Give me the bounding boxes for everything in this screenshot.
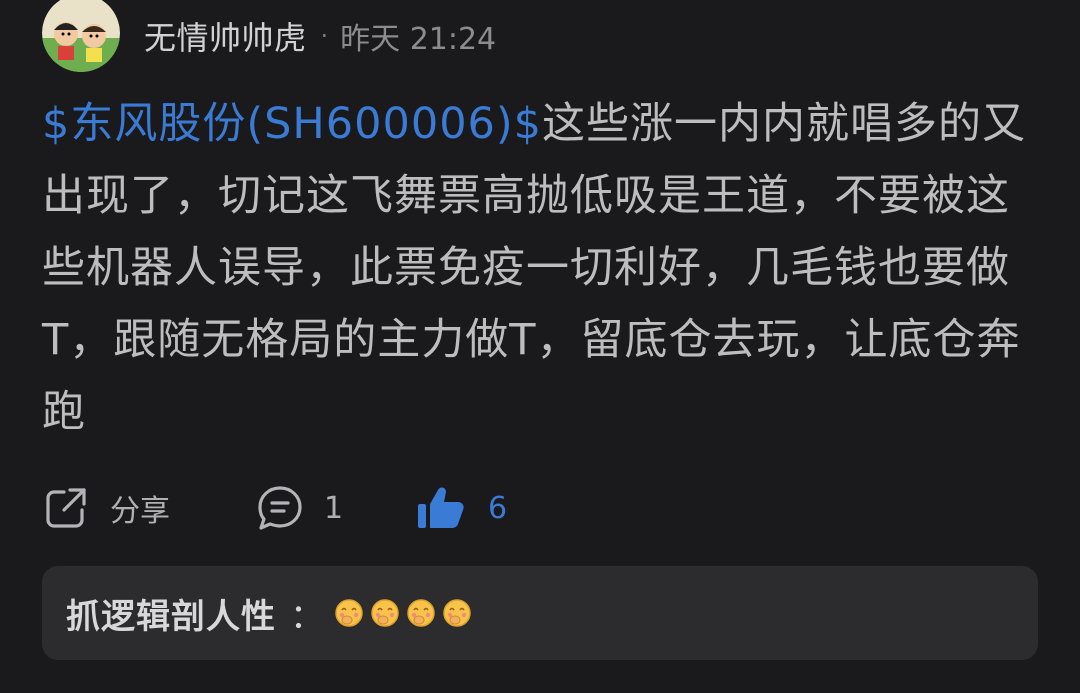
comment-icon	[256, 484, 304, 532]
post-content: $东风股份(SH600006)$这些涨一内内就唱多的又出现了，切记这飞舞票高抛低…	[42, 88, 1042, 448]
post-time: 昨天 21:24	[340, 22, 497, 57]
share-button[interactable]: 分享	[42, 480, 170, 536]
like-button[interactable]: 6	[416, 480, 507, 536]
hehe-emoji-icon	[407, 599, 435, 627]
like-count: 6	[488, 490, 508, 526]
hehe-emoji-icon	[335, 599, 363, 627]
stock-tag-link[interactable]: $东风股份(SH600006)$	[42, 99, 542, 149]
action-bar: 分享 1 6	[42, 480, 562, 536]
comment-emojis	[334, 598, 472, 628]
avatar[interactable]	[42, 0, 120, 72]
hehe-emoji-icon	[371, 599, 399, 627]
comment-count: 1	[324, 490, 344, 526]
comment-author[interactable]: 抓逻辑剖人性	[66, 589, 276, 638]
post-card: 无情帅帅虎 · 昨天 21:24 $东风股份(SH600006)$这些涨一内内就…	[0, 0, 1080, 693]
author-name[interactable]: 无情帅帅虎	[144, 13, 307, 59]
post-header: 无情帅帅虎 · 昨天 21:24	[42, 0, 496, 72]
comment-preview[interactable]: 抓逻辑剖人性 ：	[42, 566, 1038, 660]
hehe-emoji-icon	[443, 599, 471, 627]
post-text: 这些涨一内内就唱多的又出现了，切记这飞舞票高抛低吸是王道，不要被这些机器人误导，…	[42, 99, 1027, 437]
separator-dot: ·	[320, 22, 329, 50]
share-icon	[42, 484, 90, 532]
thumbs-up-icon	[416, 484, 466, 532]
share-label: 分享	[110, 494, 170, 529]
comment-button[interactable]: 1	[256, 480, 343, 536]
comment-colon: ：	[290, 596, 324, 637]
